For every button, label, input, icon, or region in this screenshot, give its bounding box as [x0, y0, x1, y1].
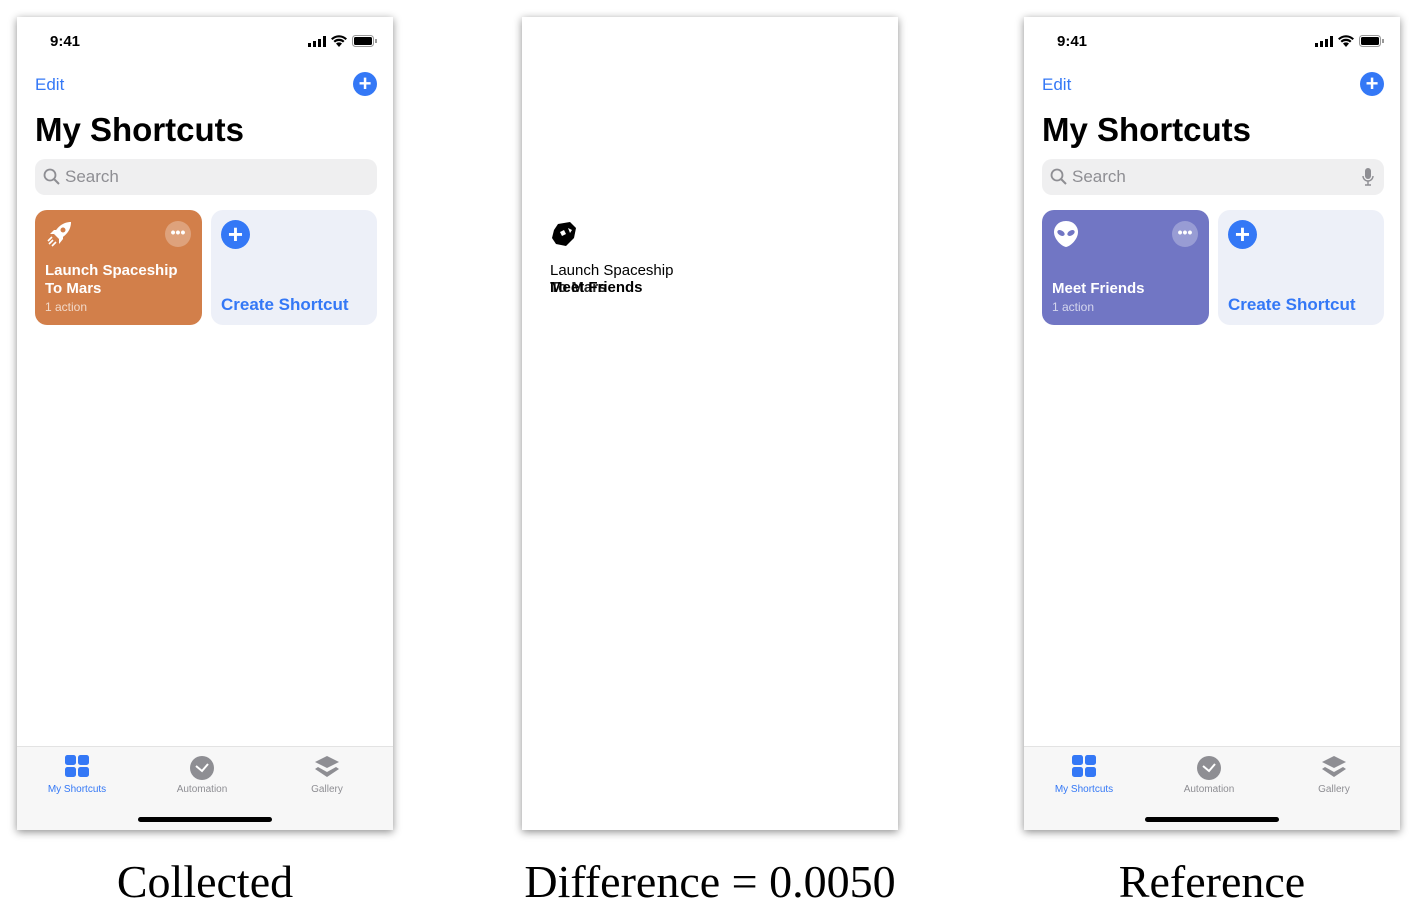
tab-automation[interactable]: Automation	[142, 755, 262, 795]
phone-collected: 9:41 Edit + My Shortcuts Search ••• Laun…	[17, 17, 393, 830]
shortcut-action-count: 1 action	[1052, 300, 1095, 314]
tab-label: My Shortcuts	[47, 784, 107, 795]
tab-my-shortcuts[interactable]: My Shortcuts	[17, 755, 137, 795]
caption-difference: Difference = 0.0050	[524, 856, 896, 907]
search-input[interactable]: Search	[35, 159, 377, 195]
shortcut-card[interactable]: ••• Launch Spaceship To Mars 1 action	[35, 210, 202, 325]
microphone-icon[interactable]	[1362, 168, 1374, 187]
wifi-icon	[331, 35, 347, 47]
more-options-button[interactable]: •••	[1172, 221, 1198, 247]
shortcut-action-count: 1 action	[45, 300, 88, 314]
search-placeholder: Search	[1072, 167, 1126, 186]
plus-icon: +	[1365, 71, 1379, 96]
caption-collected: Collected	[116, 856, 294, 907]
page-title: My Shortcuts	[1042, 111, 1252, 148]
battery-icon	[1359, 35, 1384, 47]
plus-icon: +	[358, 71, 372, 96]
tab-label: Automation	[176, 784, 228, 795]
layers-icon	[1274, 755, 1394, 779]
tab-my-shortcuts[interactable]: My Shortcuts	[1024, 755, 1144, 795]
battery-icon	[352, 35, 377, 47]
add-shortcut-button[interactable]: +	[1360, 72, 1384, 96]
more-options-button[interactable]: •••	[165, 221, 191, 247]
shortcut-card[interactable]: ••• Meet Friends 1 action	[1042, 210, 1209, 325]
difference-icon-blob	[552, 222, 576, 246]
plus-icon: +	[1228, 220, 1257, 249]
create-shortcut-label: Create Shortcut	[1228, 295, 1356, 314]
grid-icon	[1024, 755, 1144, 779]
add-shortcut-button[interactable]: +	[353, 72, 377, 96]
create-shortcut-card[interactable]: + Create Shortcut	[211, 210, 377, 325]
shortcut-name: Launch Spaceship To Mars	[45, 262, 178, 297]
automation-check-icon	[142, 755, 262, 780]
search-icon	[1050, 168, 1067, 185]
status-time: 9:41	[1057, 33, 1088, 50]
grid-icon	[17, 755, 137, 779]
plus-icon: +	[221, 220, 250, 249]
edit-button[interactable]: Edit	[1042, 75, 1071, 95]
difference-text-line2b: Meet Friends	[550, 279, 643, 296]
rocket-icon	[45, 219, 75, 254]
tab-label: My Shortcuts	[1054, 784, 1114, 795]
search-icon	[43, 168, 60, 185]
automation-check-icon	[1149, 755, 1269, 780]
create-shortcut-label: Create Shortcut	[221, 295, 349, 314]
difference-panel: Launch Spaceship To Mars Meet Friends	[522, 17, 898, 830]
shortcut-name: Meet Friends	[1052, 280, 1145, 297]
layers-icon	[267, 755, 387, 779]
phone-reference: 9:41 Edit + My Shortcuts Search ••• Meet…	[1024, 17, 1400, 830]
tab-gallery[interactable]: Gallery	[267, 755, 387, 795]
tab-label: Gallery	[1318, 784, 1350, 795]
wifi-icon	[1338, 35, 1354, 47]
status-icons	[308, 35, 377, 47]
status-time: 9:41	[50, 33, 81, 50]
difference-text-line1: Launch Spaceship	[550, 262, 674, 279]
edit-button[interactable]: Edit	[35, 75, 64, 95]
home-indicator[interactable]	[138, 817, 272, 822]
search-input[interactable]: Search	[1042, 159, 1384, 195]
tab-automation[interactable]: Automation	[1149, 755, 1269, 795]
signal-icon	[308, 35, 326, 47]
page-title: My Shortcuts	[35, 111, 245, 148]
tab-label: Gallery	[311, 784, 343, 795]
tab-label: Automation	[1183, 784, 1235, 795]
create-shortcut-card[interactable]: + Create Shortcut	[1218, 210, 1384, 325]
status-icons	[1315, 35, 1384, 47]
caption-reference: Reference	[1118, 856, 1306, 907]
alien-icon	[1052, 219, 1080, 254]
signal-icon	[1315, 35, 1333, 47]
tab-gallery[interactable]: Gallery	[1274, 755, 1394, 795]
search-placeholder: Search	[65, 167, 119, 186]
home-indicator[interactable]	[1145, 817, 1279, 822]
